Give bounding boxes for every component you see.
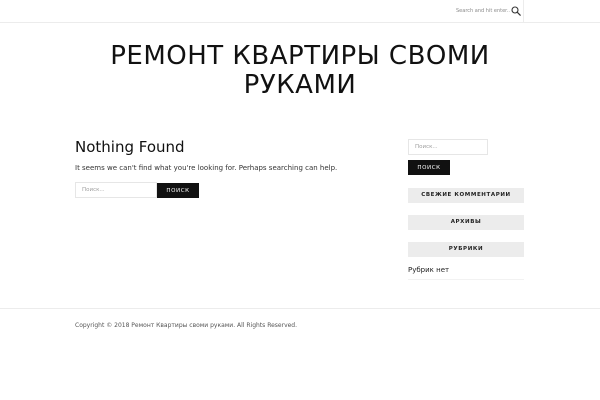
sidebar-search-button[interactable]: ПОИСК: [408, 160, 450, 175]
widget-categories-title: РУБРИКИ: [408, 242, 524, 257]
site-title[interactable]: РЕМОНТ КВАРТИРЫ СВОМИ РУКАМИ: [0, 42, 600, 100]
footer-copyright: Copyright © 2018 Ремонт Квартиры своми р…: [75, 322, 298, 329]
sidebar-search-input[interactable]: [408, 139, 488, 155]
main-search-input[interactable]: [75, 182, 157, 198]
main-search-button[interactable]: ПОИСК: [157, 183, 199, 198]
site-title-line-2: РУКАМИ: [243, 70, 357, 100]
top-bar: [0, 0, 600, 23]
search-icon[interactable]: [511, 6, 521, 16]
not-found-message: It seems we can't find what you're looki…: [75, 164, 338, 172]
header-search-input[interactable]: [456, 5, 510, 17]
site-title-line-1: РЕМОНТ КВАРТИРЫ СВОМИ: [110, 41, 490, 71]
widget-archives-title: АРХИВЫ: [408, 215, 524, 230]
widget-divider: [408, 279, 524, 280]
no-categories-text: Рубрик нет: [408, 266, 450, 274]
footer-divider: [0, 308, 600, 309]
widget-recent-comments-title: СВЕЖИЕ КОММЕНТАРИИ: [408, 188, 524, 203]
page-title: Nothing Found: [75, 138, 185, 156]
